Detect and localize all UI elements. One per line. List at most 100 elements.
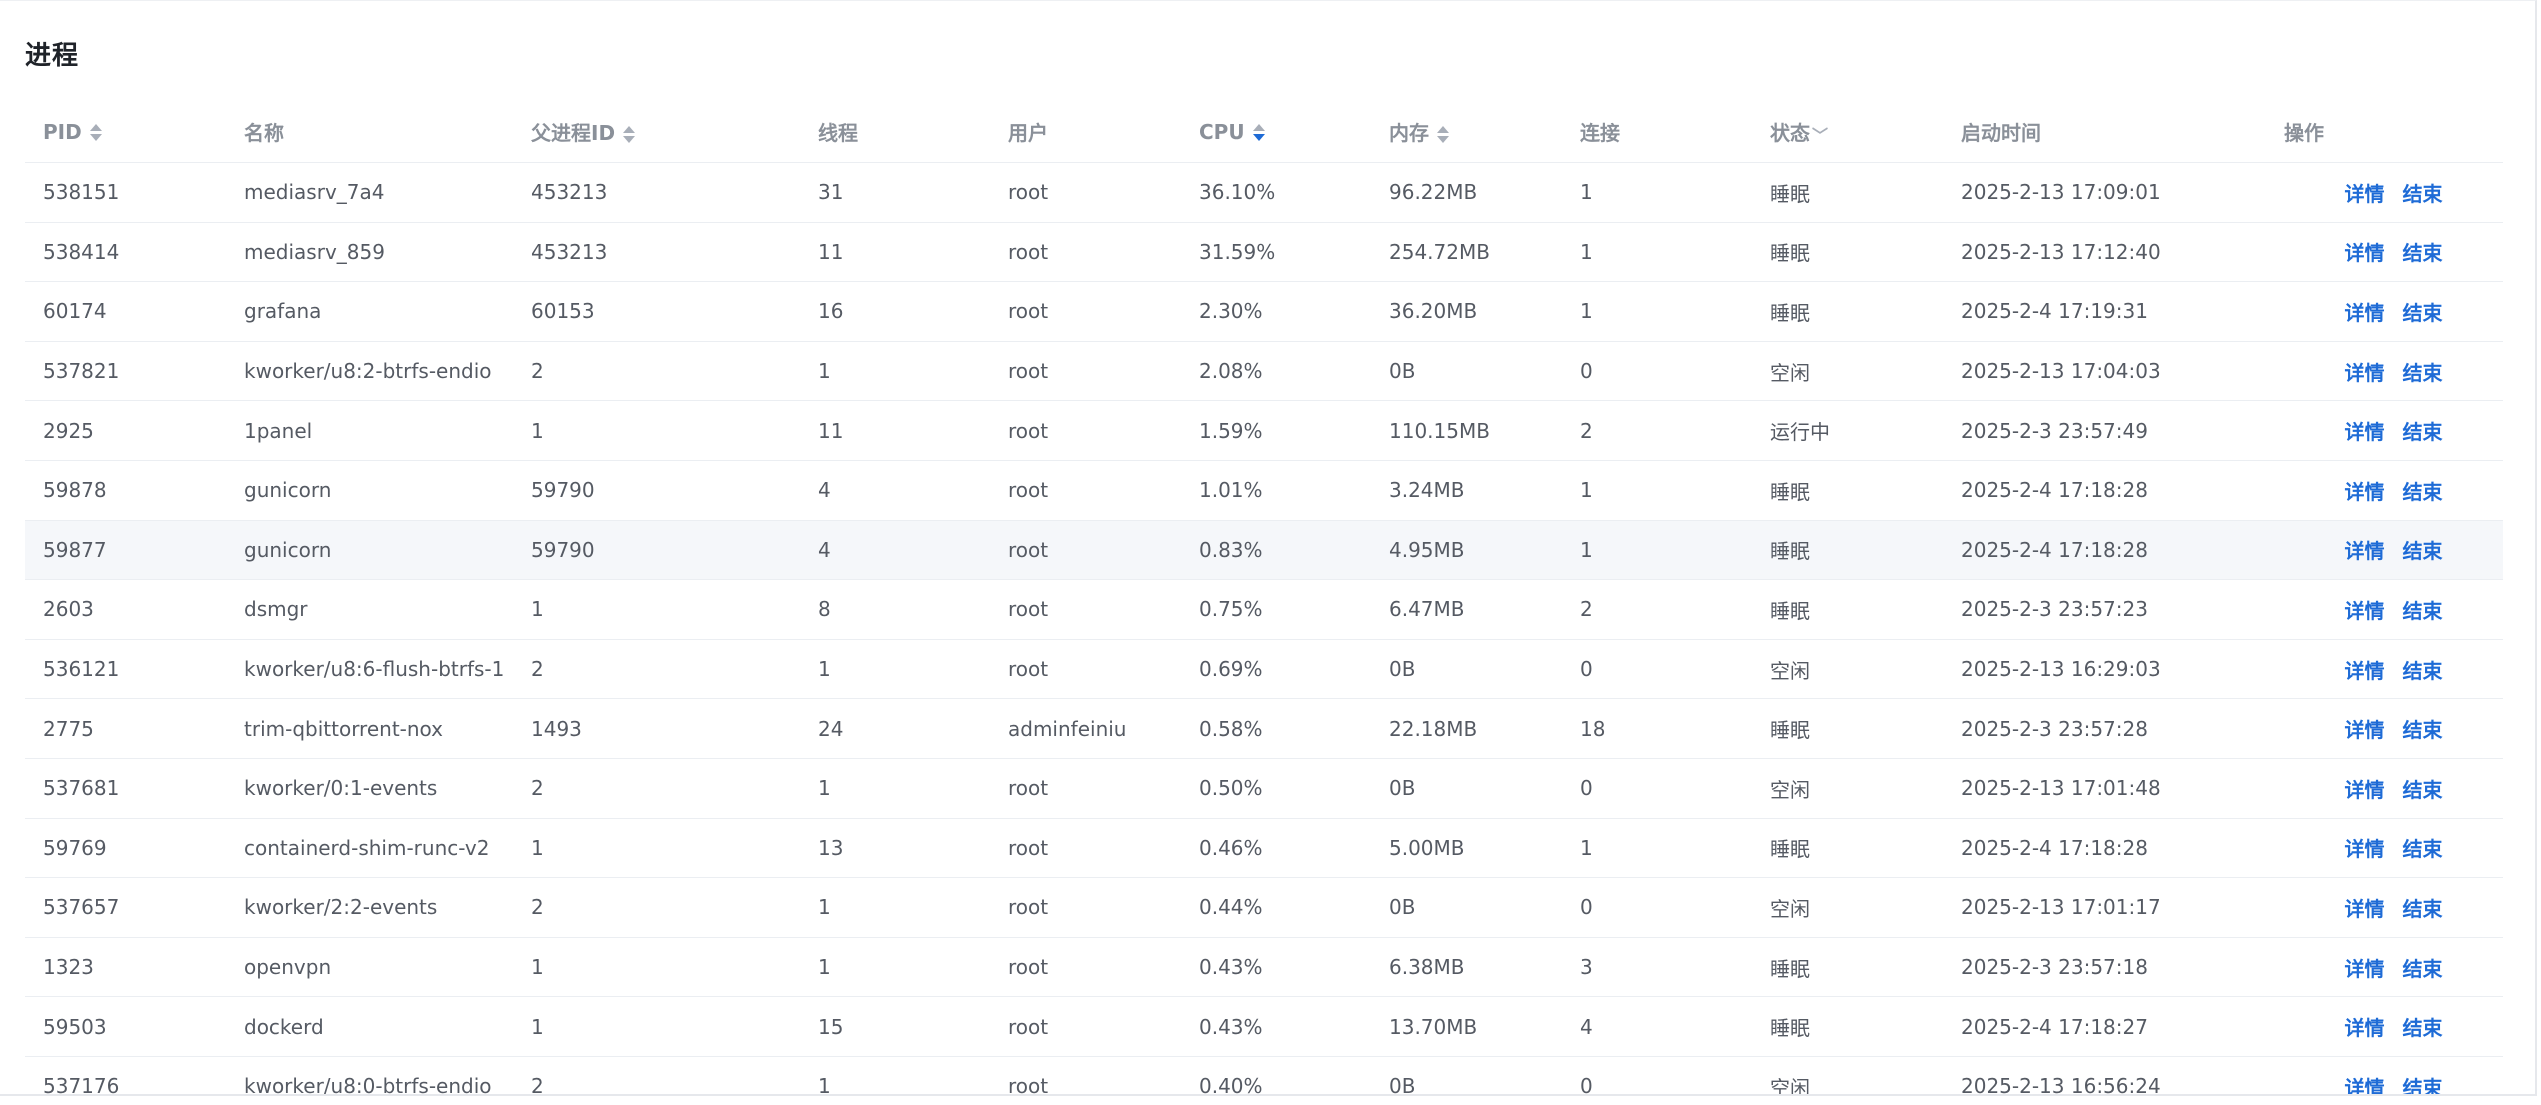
column-header-pid[interactable]: PID: [25, 101, 226, 163]
table-row[interactable]: 537176 kworker/u8:0-btrfs-endio 2 1 root 0.40…: [25, 1056, 2503, 1094]
memory-cell: 0B: [1371, 1056, 1562, 1094]
kill-button[interactable]: 结束: [2403, 480, 2443, 504]
start-time-cell: 2025-2-3 23:57:28: [1943, 698, 2266, 759]
kill-button[interactable]: 结束: [2403, 718, 2443, 742]
cpu-cell: 0.83%: [1181, 520, 1371, 581]
column-header-name: 名称: [226, 101, 513, 163]
table-header-row: PID 名称 父进程ID 线程 用户 CPU 内存 连接 状态 ﹀ 启动时间 操作: [25, 101, 2503, 163]
memory-cell: 0B: [1371, 341, 1562, 402]
sort-descending-icon[interactable]: [1252, 123, 1265, 143]
table-row[interactable]: 59877 gunicorn 59790 4 root 0.83% 4.95MB 1 睡眠 202…: [25, 520, 2503, 581]
table-row[interactable]: 538151 mediasrv_7a4 453213 31 root 36.10% 96.2…: [25, 162, 2503, 223]
column-header-ppid[interactable]: 父进程ID: [513, 101, 800, 163]
pid-cell: 59878: [25, 460, 226, 521]
ppid-cell: 1: [513, 937, 800, 998]
table-row[interactable]: 537657 kworker/2:2-events 2 1 root 0.44% 0B 0 空闲…: [25, 877, 2503, 938]
cpu-cell: 0.46%: [1181, 818, 1371, 879]
table-row[interactable]: 59878 gunicorn 59790 4 root 1.01% 3.24MB 1 睡眠 202…: [25, 460, 2503, 521]
user-cell: root: [990, 758, 1181, 819]
table-row[interactable]: 59503 dockerd 1 15 root 0.43% 13.70MB 4 睡眠 2025-2…: [25, 996, 2503, 1057]
ppid-cell: 453213: [513, 162, 800, 223]
table-row[interactable]: 2925 1panel 1 11 root 1.59% 110.15MB 2 运行中 2025-2…: [25, 400, 2503, 461]
detail-button[interactable]: 详情: [2345, 599, 2385, 623]
cpu-cell: 2.08%: [1181, 341, 1371, 402]
detail-button[interactable]: 详情: [2345, 897, 2385, 921]
cpu-cell: 0.50%: [1181, 758, 1371, 819]
connections-cell: 1: [1562, 520, 1752, 581]
detail-button[interactable]: 详情: [2345, 837, 2385, 861]
kill-button[interactable]: 结束: [2403, 1076, 2443, 1094]
ppid-cell: 1: [513, 579, 800, 640]
table-row[interactable]: 60174 grafana 60153 16 root 2.30% 36.20MB 1 睡眠 20…: [25, 281, 2503, 342]
start-time-cell: 2025-2-13 17:01:48: [1943, 758, 2266, 819]
detail-button[interactable]: 详情: [2345, 480, 2385, 504]
kill-button[interactable]: 结束: [2403, 182, 2443, 206]
status-cell: 睡眠: [1752, 460, 1943, 521]
table-row[interactable]: 2775 trim-qbittorrent-nox 1493 24 adminfeini…: [25, 698, 2503, 759]
table-row[interactable]: 59769 containerd-shim-runc-v2 1 13 root 0.46%…: [25, 818, 2503, 879]
process-panel: 进程 PID 名称 父进程ID 线程 用户 CPU 内存 连接 状态 ﹀ 启动时…: [0, 0, 2537, 1096]
table-row[interactable]: 537681 kworker/0:1-events 2 1 root 0.50% 0B 0 空闲…: [25, 758, 2503, 819]
user-cell: adminfeiniu: [990, 698, 1181, 759]
detail-button[interactable]: 详情: [2345, 778, 2385, 802]
column-header-connections: 连接: [1562, 101, 1752, 163]
table-row[interactable]: 1323 openvpn 1 1 root 0.43% 6.38MB 3 睡眠 2025-2-3 …: [25, 937, 2503, 998]
detail-button[interactable]: 详情: [2345, 659, 2385, 683]
cpu-cell: 36.10%: [1181, 162, 1371, 223]
ppid-cell: 59790: [513, 520, 800, 581]
start-time-cell: 2025-2-13 17:01:17: [1943, 877, 2266, 938]
detail-button[interactable]: 详情: [2345, 957, 2385, 981]
detail-button[interactable]: 详情: [2345, 361, 2385, 385]
column-header-cpu[interactable]: CPU: [1181, 101, 1371, 163]
kill-button[interactable]: 结束: [2403, 957, 2443, 981]
kill-button[interactable]: 结束: [2403, 539, 2443, 563]
connections-cell: 0: [1562, 341, 1752, 402]
kill-button[interactable]: 结束: [2403, 420, 2443, 444]
detail-button[interactable]: 详情: [2345, 420, 2385, 444]
connections-cell: 2: [1562, 400, 1752, 461]
table-row[interactable]: 2603 dsmgr 1 8 root 0.75% 6.47MB 2 睡眠 2025-2-3 23…: [25, 579, 2503, 640]
start-time-cell: 2025-2-4 17:19:31: [1943, 281, 2266, 342]
status-cell: 睡眠: [1752, 162, 1943, 223]
memory-cell: 6.47MB: [1371, 579, 1562, 640]
connections-cell: 3: [1562, 937, 1752, 998]
kill-button[interactable]: 结束: [2403, 659, 2443, 683]
kill-button[interactable]: 结束: [2403, 599, 2443, 623]
ppid-cell: 1493: [513, 698, 800, 759]
user-cell: root: [990, 996, 1181, 1057]
kill-button[interactable]: 结束: [2403, 361, 2443, 385]
table-row[interactable]: 538414 mediasrv_859 453213 11 root 31.59% 254.…: [25, 222, 2503, 283]
detail-button[interactable]: 详情: [2345, 182, 2385, 206]
kill-button[interactable]: 结束: [2403, 897, 2443, 921]
ppid-cell: 60153: [513, 281, 800, 342]
pid-cell: 59503: [25, 996, 226, 1057]
start-time-cell: 2025-2-13 17:09:01: [1943, 162, 2266, 223]
filter-chevron-down-icon[interactable]: ﹀: [1812, 122, 1828, 146]
threads-cell: 1: [800, 341, 990, 402]
sort-icon[interactable]: [1437, 125, 1449, 145]
kill-button[interactable]: 结束: [2403, 837, 2443, 861]
detail-button[interactable]: 详情: [2345, 301, 2385, 325]
column-header-memory[interactable]: 内存: [1371, 101, 1562, 163]
actions-cell: 详情 结束: [2266, 877, 2503, 938]
sort-icon[interactable]: [623, 125, 636, 145]
sort-icon[interactable]: [89, 123, 102, 143]
kill-button[interactable]: 结束: [2403, 241, 2443, 265]
kill-button[interactable]: 结束: [2403, 778, 2443, 802]
detail-button[interactable]: 详情: [2345, 241, 2385, 265]
connections-cell: 1: [1562, 818, 1752, 879]
actions-cell: 详情 结束: [2266, 1056, 2503, 1094]
detail-button[interactable]: 详情: [2345, 718, 2385, 742]
detail-button[interactable]: 详情: [2345, 1076, 2385, 1094]
kill-button[interactable]: 结束: [2403, 301, 2443, 325]
status-cell: 睡眠: [1752, 818, 1943, 879]
table-row[interactable]: 537821 kworker/u8:2-btrfs-endio 2 1 root 2.08…: [25, 341, 2503, 402]
memory-cell: 22.18MB: [1371, 698, 1562, 759]
name-cell: kworker/2:2-events: [226, 877, 513, 938]
name-cell: kworker/u8:0-btrfs-endio: [226, 1056, 513, 1094]
detail-button[interactable]: 详情: [2345, 539, 2385, 563]
column-header-status[interactable]: 状态 ﹀: [1752, 101, 1943, 163]
table-row[interactable]: 536121 kworker/u8:6-flush-btrfs-1 2 1 root 0.…: [25, 639, 2503, 700]
kill-button[interactable]: 结束: [2403, 1016, 2443, 1040]
detail-button[interactable]: 详情: [2345, 1016, 2385, 1040]
